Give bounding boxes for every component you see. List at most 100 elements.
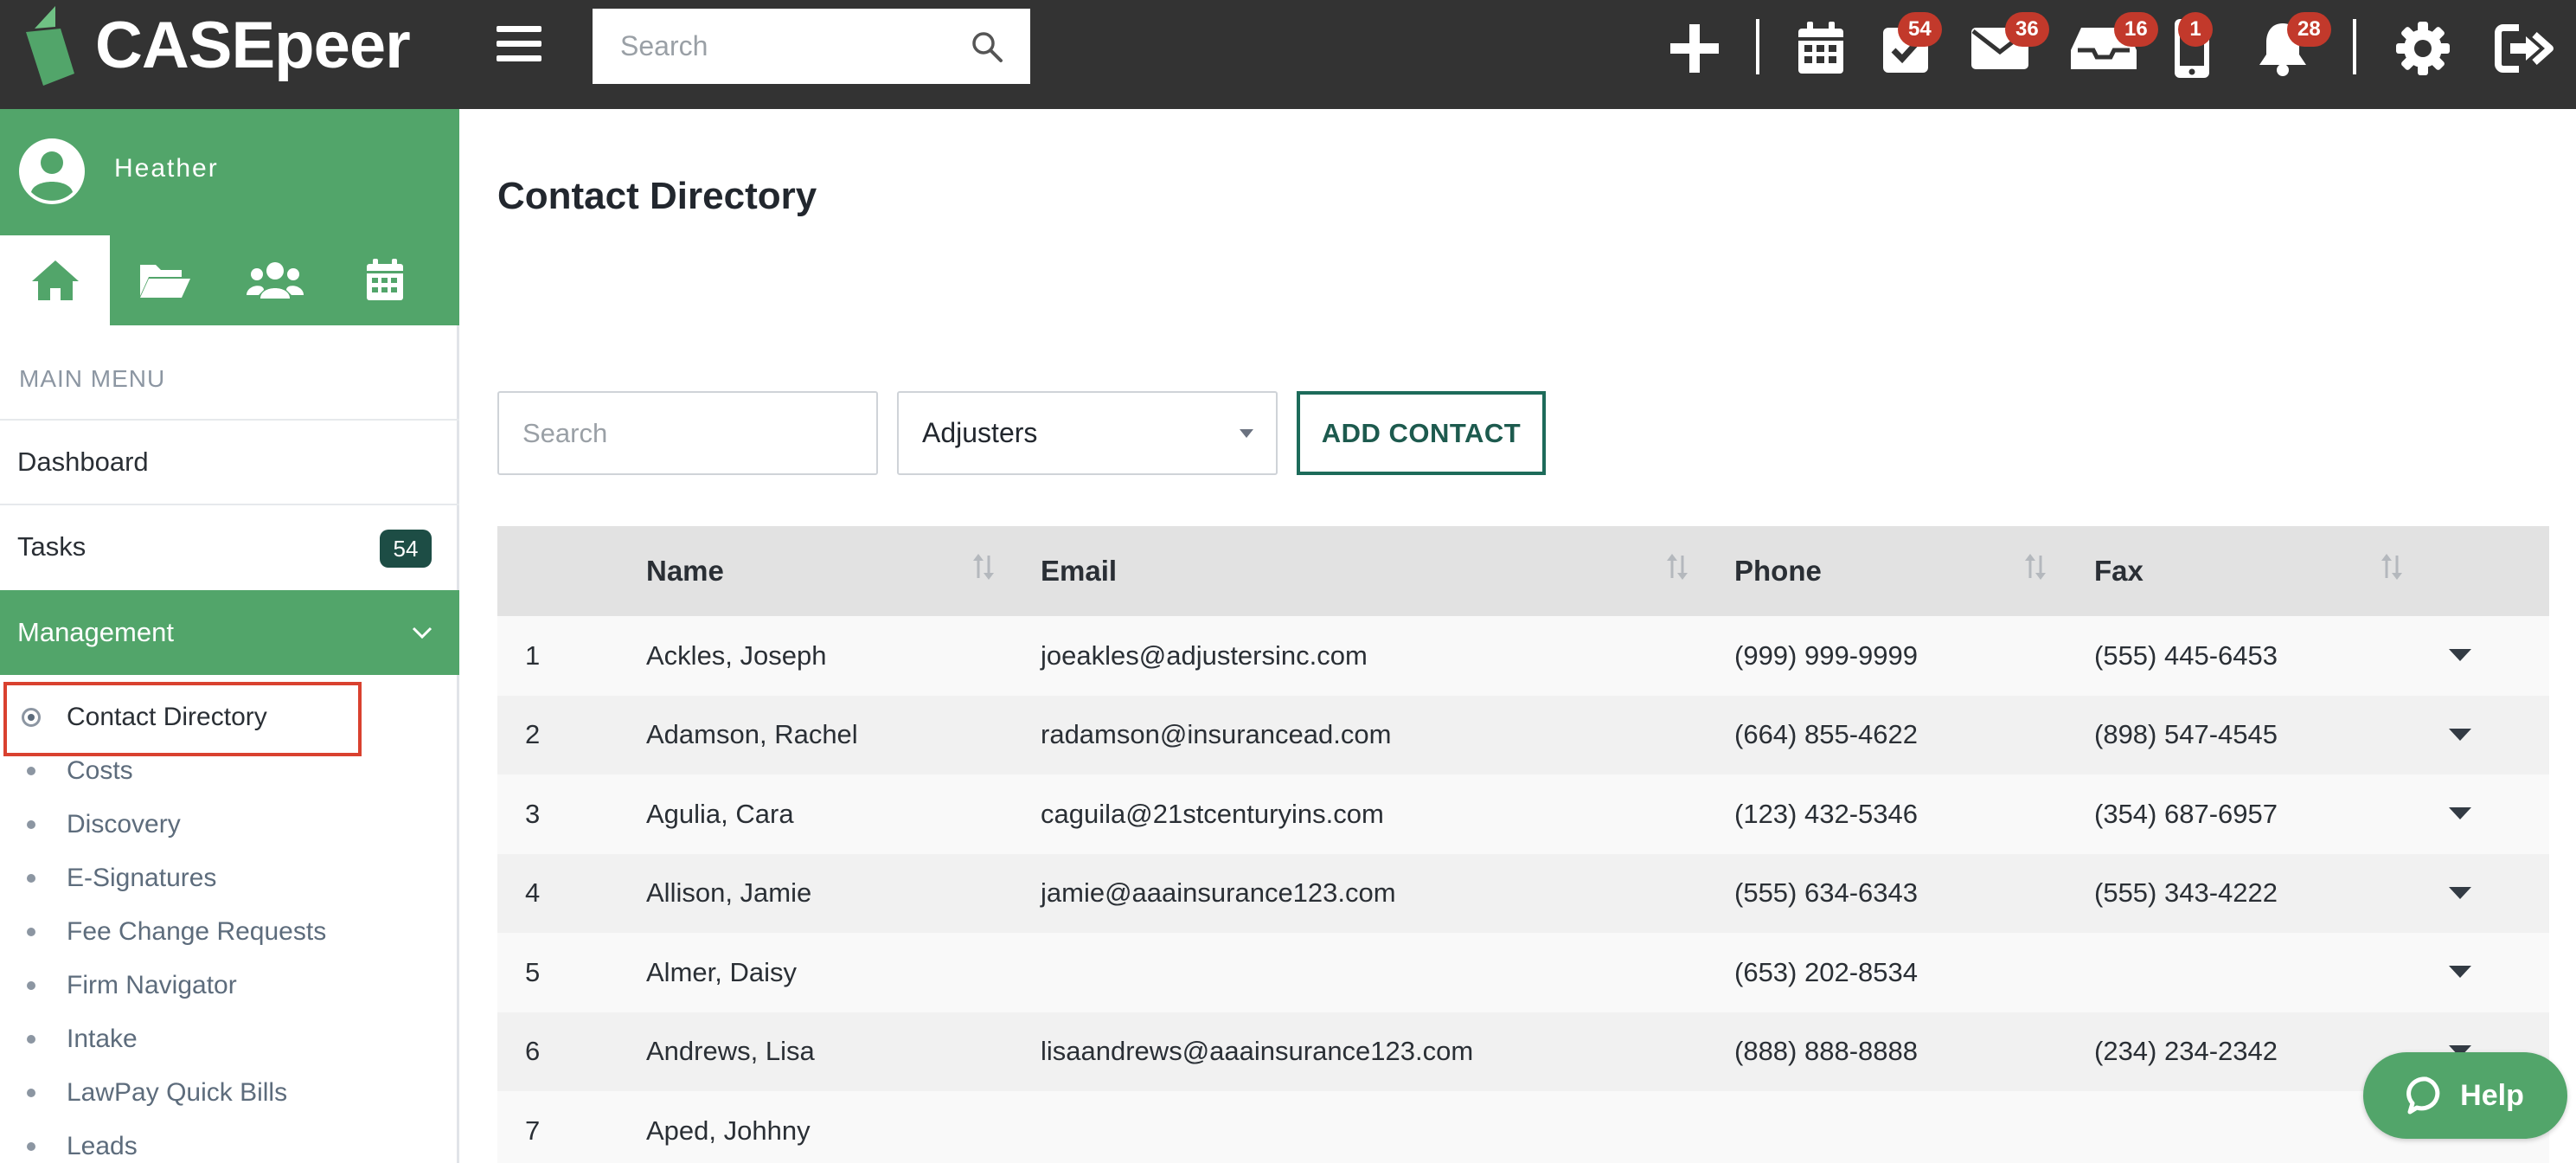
sidebar-item-dashboard[interactable]: Dashboard [0, 419, 459, 504]
casepeer-logo[interactable]: CASEpeer [26, 5, 411, 87]
table-row[interactable]: 7 Aped, Johhny [497, 1091, 2549, 1163]
contact-fax: (354) 687-6957 [2094, 798, 2278, 829]
row-actions-caret-icon[interactable] [2449, 886, 2471, 899]
table-row[interactable]: 3 Agulia, Cara caguila@21stcenturyins.co… [497, 774, 2549, 854]
contact-email[interactable]: radamson@insurancead.com [1041, 696, 1391, 775]
column-header-email[interactable]: Email [1041, 526, 1117, 616]
tab-home[interactable] [0, 235, 110, 325]
logout-button[interactable] [2495, 16, 2557, 81]
logo-text: CASEpeer [95, 9, 411, 82]
sort-icon[interactable] [971, 552, 996, 582]
contact-email[interactable]: joeakles@adjustersinc.com [1041, 616, 1368, 696]
tab-cases[interactable] [110, 235, 220, 325]
tab-calendar[interactable] [330, 235, 439, 325]
add-contact-button[interactable]: ADD CONTACT [1297, 391, 1546, 475]
calendar-icon [1798, 22, 1843, 74]
contact-name[interactable]: Adamson, Rachel [646, 696, 858, 775]
bullet-icon [27, 1142, 35, 1151]
contact-phone: (664) 855-4622 [1734, 719, 1918, 750]
plus-icon [1670, 24, 1719, 73]
sidebar-item-label: Management [17, 617, 174, 647]
row-actions-caret-icon[interactable] [2449, 966, 2471, 978]
sidebar-subitem-contact-directory[interactable]: Contact Directory [0, 691, 457, 744]
sidebar-subitem-e-signatures[interactable]: E-Signatures [0, 851, 457, 905]
bullet-icon [27, 1035, 35, 1044]
calendar-button[interactable] [1792, 16, 1849, 81]
sidebar-subitem-label: Leads [67, 1132, 138, 1160]
sidebar-subitem-label: Discovery [67, 810, 181, 839]
sidebar-subitem-label: E-Signatures [67, 864, 217, 892]
global-search-input[interactable] [593, 9, 1030, 84]
quick-tabs [0, 235, 459, 325]
sort-icon[interactable] [2023, 552, 2047, 582]
bullet-icon [27, 820, 35, 829]
caret-down-icon [1240, 429, 1253, 438]
sidebar-subitem-costs[interactable]: Costs [0, 744, 457, 798]
column-header-name[interactable]: Name [646, 526, 724, 616]
row-actions-caret-icon[interactable] [2449, 649, 2471, 661]
mail-badge: 36 [2005, 12, 2049, 47]
contact-email[interactable]: caguila@21stcenturyins.com [1041, 774, 1384, 854]
table-row[interactable]: 5 Almer, Daisy (653) 202-8534 [497, 933, 2549, 1012]
contact-name[interactable]: Agulia, Cara [646, 774, 794, 854]
tab-contacts[interactable] [220, 235, 330, 325]
sort-icon[interactable] [1665, 552, 1689, 582]
user-panel: Heather [0, 109, 459, 235]
row-number: 2 [525, 719, 541, 750]
contact-phone: (123) 432-5346 [1734, 798, 1918, 829]
phone-badge: 1 [2178, 12, 2213, 47]
bullet-icon [27, 767, 35, 775]
bullet-icon [27, 981, 35, 990]
sidebar-subitem-label: Intake [67, 1025, 138, 1053]
top-bar: CASEpeer 54 [0, 0, 2576, 109]
hamburger-menu-icon[interactable] [497, 26, 541, 64]
sidebar-item-tasks[interactable]: Tasks 54 [0, 504, 459, 588]
table-row[interactable]: 4 Allison, Jamie jamie@aaainsurance123.c… [497, 853, 2549, 934]
sidebar-subitem-label: Firm Navigator [67, 971, 237, 999]
row-actions-caret-icon[interactable] [2449, 728, 2471, 741]
user-avatar-icon[interactable] [17, 137, 87, 206]
contact-name[interactable]: Aped, Johhny [646, 1091, 811, 1163]
sidebar-item-management[interactable]: Management [0, 590, 459, 675]
contact-email[interactable]: jamie@aaainsurance123.com [1041, 854, 1396, 934]
calendar-icon [366, 259, 403, 300]
bullet-icon [27, 928, 35, 936]
inbox-badge: 16 [2114, 12, 2158, 47]
add-button[interactable] [1666, 16, 1723, 81]
sidebar-subitem-firm-navigator[interactable]: Firm Navigator [0, 959, 457, 1012]
global-search [593, 9, 1030, 84]
sidebar-subitem-lawpay-quick-bills[interactable]: LawPay Quick Bills [0, 1066, 457, 1120]
sidebar-subitem-fee-change-requests[interactable]: Fee Change Requests [0, 905, 457, 959]
column-header-fax[interactable]: Fax [2094, 526, 2143, 616]
table-row[interactable]: 6 Andrews, Lisa lisaandrews@aaainsurance… [497, 1012, 2549, 1092]
contact-name[interactable]: Ackles, Joseph [646, 616, 827, 696]
column-header-phone[interactable]: Phone [1734, 526, 1822, 616]
gear-icon [2396, 22, 2450, 75]
help-button[interactable]: Help [2363, 1052, 2567, 1139]
contact-name[interactable]: Almer, Daisy [646, 933, 797, 1012]
contact-email[interactable]: lisaandrews@aaainsurance123.com [1041, 1012, 1473, 1092]
sidebar-subitem-leads[interactable]: Leads [0, 1120, 457, 1163]
table-header: Name Email Phone Fax [497, 526, 2549, 616]
row-number: 4 [525, 877, 541, 909]
home-icon [31, 260, 79, 300]
table-row[interactable]: 1 Ackles, Joseph joeakles@adjustersinc.c… [497, 616, 2549, 696]
contact-fax: (555) 343-4222 [2094, 877, 2278, 909]
table-row[interactable]: 2 Adamson, Rachel radamson@insurancead.c… [497, 695, 2549, 775]
logo-leaf-icon [26, 6, 74, 86]
sidebar-subitem-label: LawPay Quick Bills [67, 1078, 288, 1107]
bullet-icon [27, 874, 35, 883]
contact-fax: (898) 547-4545 [2094, 719, 2278, 750]
contact-fax: (555) 445-6453 [2094, 639, 2278, 671]
row-actions-caret-icon[interactable] [2449, 807, 2471, 819]
sidebar-subitem-intake[interactable]: Intake [0, 1012, 457, 1066]
contact-name[interactable]: Allison, Jamie [646, 854, 811, 934]
contact-type-select[interactable]: Adjusters [897, 391, 1278, 475]
sort-icon[interactable] [2380, 552, 2404, 582]
sidebar-item-label: Tasks [17, 531, 87, 562]
settings-button[interactable] [2394, 16, 2451, 81]
contact-search-input[interactable] [499, 393, 876, 473]
contact-name[interactable]: Andrews, Lisa [646, 1012, 815, 1092]
sidebar-subitem-discovery[interactable]: Discovery [0, 798, 457, 851]
search-icon[interactable] [970, 29, 1004, 64]
